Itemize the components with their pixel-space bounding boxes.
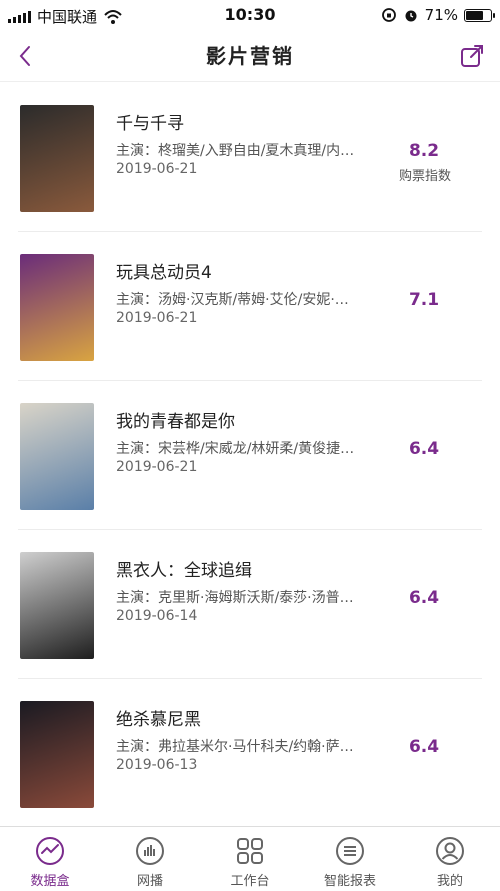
ticket-index-score: 6.4 (408, 439, 440, 459)
release-date: 2019-06-13 (116, 757, 198, 773)
movie-title: 我的青春都是你 (116, 412, 235, 432)
movie-title: 绝杀慕尼黑 (116, 710, 201, 730)
report-list-icon (336, 837, 364, 865)
page-title: 影片营销 (206, 44, 294, 68)
data-box-icon (36, 837, 64, 865)
battery-icon (464, 8, 495, 22)
movie-poster (20, 254, 94, 361)
movie-cast: 主演：柊瑠美/入野自由/夏木真理/内… (116, 143, 355, 159)
nav-bar: 影片营销 (0, 30, 500, 82)
release-date: 2019-06-21 (116, 161, 198, 177)
tab-label: 网播 (136, 874, 163, 889)
tab-mine[interactable]: 我的 (400, 827, 500, 891)
list-item[interactable]: 我的青春都是你 主演：宋芸桦/宋威龙/林妍柔/黄俊捷… 2019-06-21 6… (18, 381, 482, 530)
ticket-index-score: 6.4 (408, 588, 440, 608)
alarm-icon (405, 10, 417, 22)
list-item[interactable]: 绝杀慕尼黑 主演：弗拉基米尔·马什科夫/约翰·萨… 2019-06-13 6.4 (18, 679, 482, 828)
movie-poster (20, 403, 94, 510)
rotation-lock-icon (381, 8, 396, 22)
tab-data-box[interactable]: 数据盒 (0, 827, 100, 891)
list-item[interactable]: 玩具总动员4 主演：汤姆·汉克斯/蒂姆·艾伦/安妮·… 2019-06-21 7… (18, 232, 482, 381)
movie-poster (20, 105, 94, 212)
tab-label: 我的 (436, 874, 463, 889)
release-date: 2019-06-21 (116, 459, 198, 475)
movie-cast: 主演：汤姆·汉克斯/蒂姆·艾伦/安妮·… (116, 292, 349, 308)
release-date: 2019-06-14 (116, 608, 198, 624)
ticket-index-score: 8.2 (408, 141, 440, 161)
tab-bar: 数据盒 网播 工作台 智能报表 我的 (0, 826, 500, 891)
tab-label: 工作台 (230, 874, 270, 889)
tab-workbench[interactable]: 工作台 (200, 827, 300, 891)
ticket-index-label: 购票指数 (398, 169, 451, 184)
list-item[interactable]: 千与千寻 主演：柊瑠美/入野自由/夏木真理/内… 2019-06-21 8.2 … (18, 83, 482, 232)
ticket-index-score: 6.4 (408, 737, 440, 757)
movie-list: 千与千寻 主演：柊瑠美/入野自由/夏木真理/内… 2019-06-21 8.2 … (0, 83, 500, 828)
tab-smart-report[interactable]: 智能报表 (300, 827, 400, 891)
movie-cast: 主演：克里斯·海姆斯沃斯/泰莎·汤普… (116, 590, 354, 606)
battery-percent: 71% (424, 6, 458, 24)
tab-label: 数据盒 (30, 874, 70, 889)
share-icon[interactable] (458, 42, 486, 70)
movie-cast: 主演：宋芸桦/宋威龙/林妍柔/黄俊捷… (116, 441, 355, 457)
movie-poster (20, 552, 94, 659)
tab-stream[interactable]: 网播 (100, 827, 200, 891)
list-item[interactable]: 黑衣人：全球追缉 主演：克里斯·海姆斯沃斯/泰莎·汤普… 2019-06-14 … (18, 530, 482, 679)
stream-chart-icon (136, 837, 164, 865)
ticket-index-score: 7.1 (408, 290, 440, 310)
movie-title: 黑衣人：全球追缉 (116, 561, 252, 581)
movie-title: 千与千寻 (116, 114, 184, 134)
status-right: 71% (381, 6, 495, 24)
movie-title: 玩具总动员4 (116, 263, 212, 283)
movie-cast: 主演：弗拉基米尔·马什科夫/约翰·萨… (116, 739, 354, 755)
release-date: 2019-06-21 (116, 310, 198, 326)
workbench-grid-icon (237, 838, 263, 864)
status-bar: 中国联通 10:30 71% (0, 0, 500, 30)
tab-label: 智能报表 (323, 874, 376, 889)
user-icon (436, 837, 464, 865)
movie-poster (20, 701, 94, 808)
